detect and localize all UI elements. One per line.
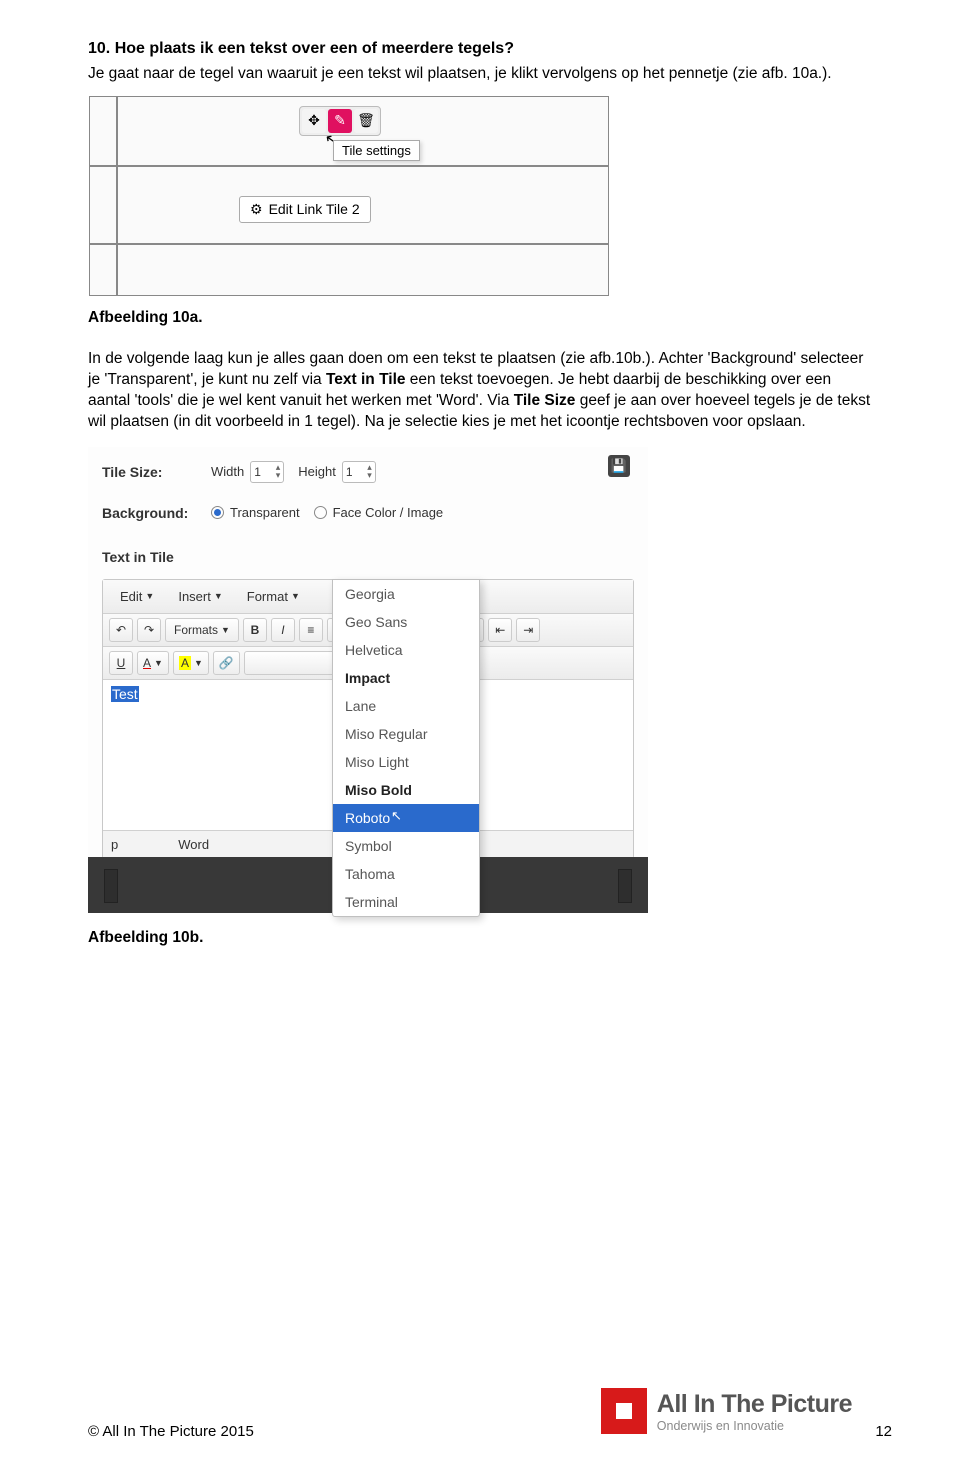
slot: [618, 869, 632, 903]
edit-link-tile-button[interactable]: ⚙ Edit Link Tile 2: [239, 196, 371, 223]
status-path: p: [111, 837, 118, 852]
chevron-down-icon: ▼: [194, 658, 203, 668]
tile-toolbar: ✥ ✎ 🗑: [299, 106, 381, 136]
height-value: 1: [346, 465, 353, 479]
stepper-arrows-icon[interactable]: ▴▾: [367, 464, 372, 478]
font-option[interactable]: Terminal: [333, 888, 479, 916]
align-left-button[interactable]: ≡: [299, 618, 323, 642]
menu-label: Edit: [120, 589, 142, 604]
formats-dropdown[interactable]: Formats▼: [165, 618, 239, 642]
background-color-button[interactable]: A ▼: [173, 651, 209, 675]
slot: [104, 869, 118, 903]
indent-button[interactable]: ⇥: [516, 618, 540, 642]
screenshot-10a: ✥ ✎ 🗑 ↖ Tile settings ⚙ Edit Link Tile 2: [88, 95, 608, 295]
caption-10b: Afbeelding 10b.: [88, 929, 872, 947]
para-intro: Je gaat naar de tegel van waaruit je een…: [88, 64, 872, 85]
chevron-down-icon: ▼: [145, 591, 154, 601]
menu-format[interactable]: Format▼: [236, 584, 311, 609]
font-option[interactable]: Miso Bold: [333, 776, 479, 804]
move-icon[interactable]: ✥: [302, 109, 326, 133]
chevron-down-icon: ▼: [214, 591, 223, 601]
font-option[interactable]: Roboto↖: [333, 804, 479, 832]
transparent-label: Transparent: [230, 505, 300, 520]
text-color-button[interactable]: A ▼: [137, 651, 169, 675]
menu-label: Format: [247, 589, 288, 604]
font-option[interactable]: Geo Sans: [333, 608, 479, 636]
page-number: 12: [875, 1423, 892, 1440]
text-in-tile-label: Text in Tile: [102, 549, 197, 565]
font-option[interactable]: Lane: [333, 692, 479, 720]
heading-q10: 10. Hoe plaats ik een tekst over een of …: [88, 40, 872, 58]
height-label: Height: [298, 464, 336, 479]
width-value: 1: [254, 465, 261, 479]
tooltip-tile-settings: Tile settings: [333, 140, 420, 161]
radio-facecolor[interactable]: [314, 506, 327, 519]
chevron-down-icon: ▼: [221, 625, 230, 635]
height-stepper[interactable]: 1 ▴▾: [342, 461, 376, 483]
edit-link-label: Edit Link Tile 2: [269, 201, 360, 217]
font-option[interactable]: Tahoma: [333, 860, 479, 888]
screenshot-10b: 💾 Tile Size: Width 1 ▴▾ Height 1 ▴▾: [88, 447, 648, 913]
cursor-hand-icon: ↖: [391, 808, 402, 824]
copyright: © All In The Picture 2015: [88, 1423, 254, 1440]
font-option[interactable]: Helvetica: [333, 636, 479, 664]
chevron-down-icon: ▼: [154, 658, 163, 668]
bold-text-in-tile: Text in Tile: [326, 371, 406, 388]
stepper-arrows-icon[interactable]: ▴▾: [276, 464, 281, 478]
width-label: Width: [211, 464, 244, 479]
save-icon[interactable]: 💾: [608, 455, 630, 477]
selected-text: Test: [111, 686, 139, 702]
font-dropdown-menu: GeorgiaGeo SansHelveticaImpactLaneMiso R…: [332, 579, 480, 917]
font-option[interactable]: Miso Regular: [333, 720, 479, 748]
font-option[interactable]: Symbol: [333, 832, 479, 860]
background-label: Background:: [102, 505, 197, 521]
grid-cell: [89, 166, 117, 244]
delete-trash-icon[interactable]: 🗑: [354, 109, 378, 133]
italic-button[interactable]: I: [271, 618, 295, 642]
underline-button[interactable]: U: [109, 651, 133, 675]
grid-cell: [89, 96, 117, 166]
tile-size-label: Tile Size:: [102, 464, 197, 480]
logo: All In The Picture Onderwijs en Innovati…: [601, 1388, 852, 1434]
width-stepper[interactable]: 1 ▴▾: [250, 461, 284, 483]
logo-square-icon: [601, 1388, 647, 1434]
grid-cell: [117, 244, 609, 296]
menu-edit[interactable]: Edit▼: [109, 584, 165, 609]
link-button[interactable]: 🔗: [213, 651, 240, 675]
para-explain: In de volgende laag kun je alles gaan do…: [88, 349, 872, 433]
facecolor-label: Face Color / Image: [333, 505, 444, 520]
grid-cell: [89, 244, 117, 296]
outdent-button[interactable]: ⇤: [488, 618, 512, 642]
menu-insert[interactable]: Insert▼: [167, 584, 233, 609]
redo-button[interactable]: ↷: [137, 618, 161, 642]
bold-tile-size: Tile Size: [514, 392, 576, 409]
font-option[interactable]: Impact: [333, 664, 479, 692]
bold-button[interactable]: B: [243, 618, 267, 642]
menu-label: Insert: [178, 589, 211, 604]
gear-icon: ⚙: [250, 201, 263, 218]
logo-sub-text: Onderwijs en Innovatie: [657, 1419, 852, 1433]
font-option[interactable]: Georgia: [333, 580, 479, 608]
undo-button[interactable]: ↶: [109, 618, 133, 642]
radio-transparent[interactable]: [211, 506, 224, 519]
chevron-down-icon: ▼: [291, 591, 300, 601]
logo-main-text: All In The Picture: [657, 1390, 852, 1419]
caption-10a: Afbeelding 10a.: [88, 309, 872, 327]
formats-label: Formats: [174, 623, 218, 637]
font-option[interactable]: Miso Light: [333, 748, 479, 776]
status-words: Word: [178, 837, 209, 852]
